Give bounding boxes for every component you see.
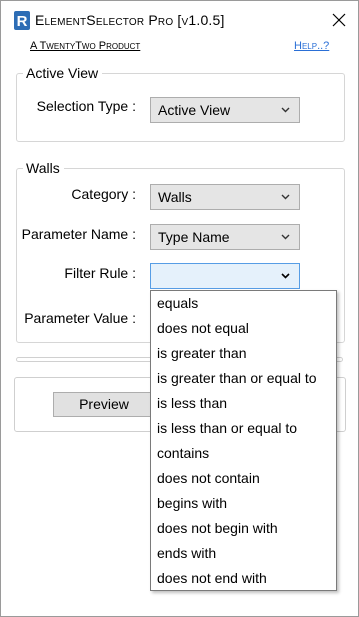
dropdown-option[interactable]: is greater than	[151, 341, 336, 366]
chevron-down-icon	[281, 273, 290, 279]
revit-r-icon: R	[14, 11, 30, 30]
category-label: Category :	[71, 186, 136, 202]
parameter-name-select[interactable]: Type Name	[150, 224, 300, 250]
element-selector-window: R ElementSelector Pro [v1.0.5] A TwentyT…	[0, 0, 359, 617]
chevron-down-icon	[281, 107, 290, 113]
chevron-down-icon	[281, 234, 290, 240]
selection-type-select[interactable]: Active View	[150, 97, 300, 123]
dropdown-option[interactable]: does not end with	[151, 566, 336, 591]
selection-type-value: Active View	[158, 102, 231, 118]
filter-rule-label: Filter Rule :	[64, 265, 136, 281]
walls-legend: Walls	[23, 160, 64, 176]
dropdown-option[interactable]: is less than or equal to	[151, 416, 336, 441]
parameter-name-value: Type Name	[158, 229, 230, 245]
chevron-down-icon	[281, 194, 290, 200]
dropdown-option[interactable]: does not begin with	[151, 516, 336, 541]
dropdown-option[interactable]: contains	[151, 441, 336, 466]
close-icon[interactable]	[327, 8, 351, 32]
dropdown-option[interactable]: equals	[151, 291, 336, 316]
help-link[interactable]: Help..?	[294, 40, 329, 52]
dropdown-option[interactable]: begins with	[151, 491, 336, 516]
svg-text:R: R	[17, 13, 28, 30]
filter-rule-select[interactable]	[150, 263, 300, 289]
dropdown-option[interactable]: is less than	[151, 391, 336, 416]
category-select[interactable]: Walls	[150, 184, 300, 210]
parameter-value-label: Parameter Value :	[24, 310, 136, 326]
dropdown-option[interactable]: is greater than or equal to	[151, 366, 336, 391]
window-title: ElementSelector Pro [v1.0.5]	[35, 12, 225, 28]
dropdown-option[interactable]: ends with	[151, 541, 336, 566]
dropdown-option[interactable]: does not contain	[151, 466, 336, 491]
company-link[interactable]: A TwentyTwo Product	[30, 40, 140, 52]
active-view-legend: Active View	[23, 65, 103, 81]
dropdown-option[interactable]: does not equal	[151, 316, 336, 341]
category-value: Walls	[158, 189, 192, 205]
preview-button[interactable]: Preview	[53, 392, 155, 417]
parameter-name-label: Parameter Name :	[21, 226, 136, 242]
selection-type-label: Selection Type :	[36, 98, 136, 114]
filter-rule-dropdown: equals does not equal is greater than is…	[150, 290, 337, 591]
